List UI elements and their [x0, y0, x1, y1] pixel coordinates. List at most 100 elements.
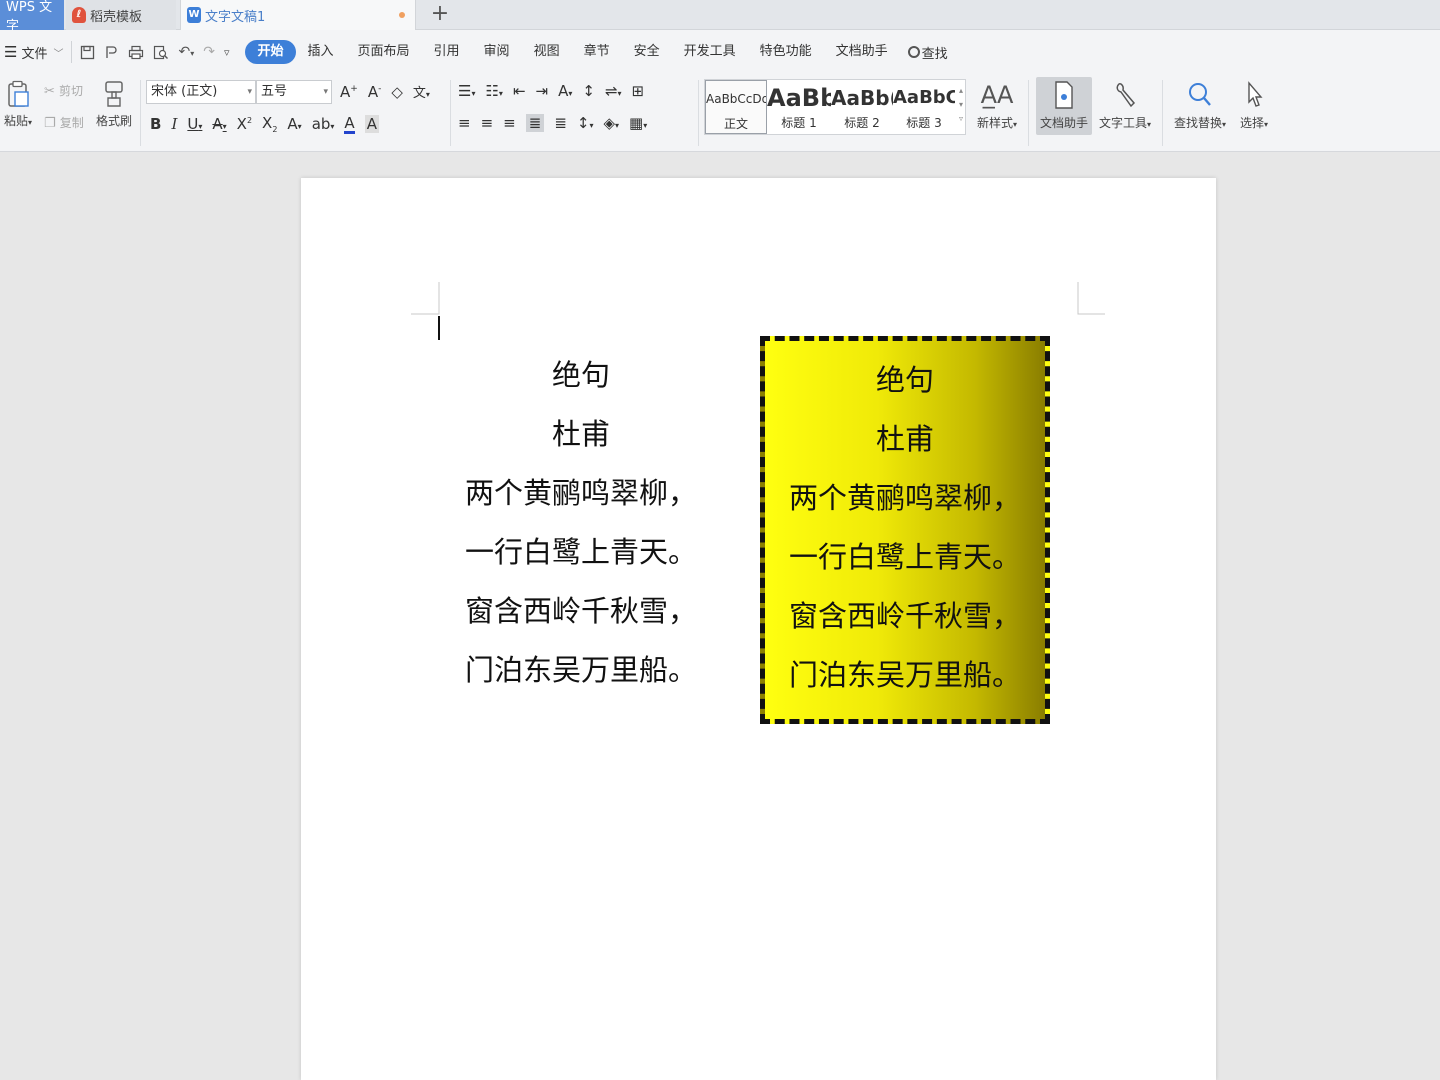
- poem-plain[interactable]: 绝句 杜甫 两个黄鹂鸣翠柳， 一行白鹭上青天。 窗含西岭千秋雪， 门泊东吴万里船…: [451, 346, 711, 700]
- italic-icon[interactable]: I: [171, 115, 177, 133]
- font-size-select[interactable]: 五号 ▾: [256, 80, 332, 104]
- poem-line: 窗含西岭千秋雪，: [788, 599, 1021, 633]
- justify-icon[interactable]: ≣: [525, 114, 545, 132]
- tab-developer[interactable]: 开发工具: [672, 40, 748, 64]
- shrink-font-icon[interactable]: A-: [368, 83, 382, 101]
- divider: [450, 80, 451, 146]
- text-box-gradient[interactable]: 绝句 杜甫 两个黄鹂鸣翠柳， 一行白鹭上青天。 窗含西岭千秋雪， 门泊东吴万里船…: [760, 336, 1050, 724]
- export-pdf-icon[interactable]: [104, 45, 119, 60]
- style-heading-2[interactable]: AaBb( 标题 2: [831, 80, 893, 134]
- tab-doc-assistant[interactable]: 文档助手: [824, 40, 900, 64]
- undo-icon[interactable]: ↶▾: [178, 44, 194, 60]
- text-tools-button[interactable]: 文字工具▾: [1096, 80, 1154, 131]
- style-heading-1[interactable]: AaBb 标题 1: [767, 80, 831, 134]
- numbered-list-icon[interactable]: ☷▾: [485, 82, 502, 100]
- table-grid-icon[interactable]: ⊞: [632, 82, 645, 100]
- copy-button[interactable]: ❐ 复制: [44, 114, 84, 131]
- margin-mark-top-right: [1077, 282, 1105, 315]
- underline-icon[interactable]: U▾: [187, 115, 202, 133]
- font-name-select[interactable]: 宋体 (正文) ▾: [146, 80, 256, 104]
- align-center-icon[interactable]: ≡: [481, 114, 494, 132]
- clear-format-icon[interactable]: ◇: [391, 83, 403, 101]
- new-tab-button[interactable]: +: [428, 0, 452, 30]
- search-label: 查找: [921, 46, 948, 62]
- paste-icon: [8, 80, 29, 107]
- style-heading-2-sample: AaBb(: [831, 86, 893, 110]
- tab-template[interactable]: ℓ 稻壳模板: [66, 0, 176, 30]
- decrease-indent-icon[interactable]: ⇤: [513, 82, 526, 100]
- divider: [1028, 80, 1029, 146]
- poem-line: 一行白鹭上青天。: [464, 535, 697, 569]
- line-spacing-icon[interactable]: ↕▾: [577, 114, 594, 132]
- print-icon[interactable]: [128, 45, 144, 60]
- tab-template-label: 稻壳模板: [90, 9, 143, 25]
- select-button[interactable]: 选择▾: [1236, 80, 1272, 131]
- char-shading-icon[interactable]: A: [364, 115, 379, 133]
- poem-line: 一行白鹭上青天。: [788, 540, 1021, 574]
- tab-insert[interactable]: 插入: [296, 40, 346, 64]
- tab-security[interactable]: 安全: [622, 40, 672, 64]
- tab-wps-label: WPS 文字: [6, 0, 53, 34]
- tab-home[interactable]: 开始: [245, 40, 296, 64]
- file-menu-label: 文件: [21, 46, 48, 62]
- strikethrough-icon[interactable]: A▾: [212, 115, 226, 133]
- superscript-icon[interactable]: X2: [237, 115, 252, 133]
- tab-review[interactable]: 审阅: [472, 40, 522, 64]
- highlight-icon[interactable]: ab▾: [312, 115, 335, 133]
- tab-references[interactable]: 引用: [422, 40, 472, 64]
- show-marks-icon[interactable]: ⇌▾: [605, 82, 622, 100]
- align-left-icon[interactable]: ≡: [458, 114, 471, 132]
- format-painter-button[interactable]: 格式刷: [94, 80, 134, 129]
- font-size-value: 五号: [261, 84, 288, 99]
- word-doc-icon: W: [187, 7, 201, 23]
- select-label: 选择: [1239, 116, 1264, 130]
- style-normal[interactable]: AaBbCcDd 正文: [705, 80, 767, 134]
- text-effect-icon[interactable]: A▾: [287, 115, 301, 133]
- cut-button[interactable]: ✂ 剪切: [44, 82, 83, 99]
- styles-scroll-arrows[interactable]: ▴ ▾ ▿: [959, 84, 963, 126]
- file-menu-button[interactable]: ☰ 文件 ﹀: [4, 43, 63, 62]
- tab-view[interactable]: 视图: [522, 40, 572, 64]
- doc-helper-button[interactable]: 文档助手: [1036, 80, 1092, 131]
- search-button[interactable]: 查找: [907, 43, 948, 62]
- poem-line: 门泊东吴万里船。: [788, 658, 1021, 692]
- unsaved-dot-icon: [399, 12, 405, 18]
- chevron-down-icon: ﹀: [53, 48, 64, 60]
- new-style-button[interactable]: A̲A 新样式▾: [972, 80, 1022, 131]
- style-normal-name: 正文: [723, 117, 748, 131]
- ribbon-toolbar: 粘贴▾ ✂ 剪切 ❐ 复制 格式刷 宋体 (正文) ▾ 五号 ▾ A+ A- ◇…: [0, 74, 1440, 152]
- divider: [1162, 80, 1163, 146]
- grow-font-icon[interactable]: A+: [340, 83, 358, 101]
- tab-document[interactable]: W 文字文稿1: [180, 0, 416, 30]
- magnifier-icon: [1189, 83, 1211, 106]
- poem-line: 窗含西岭千秋雪，: [464, 594, 697, 628]
- font-color-icon[interactable]: A: [344, 115, 355, 134]
- subscript-icon[interactable]: X2: [262, 114, 277, 134]
- borders-icon[interactable]: ▦▾: [629, 114, 647, 132]
- pinyin-guide-icon[interactable]: 文▾: [413, 82, 430, 101]
- bold-icon[interactable]: B: [150, 115, 161, 133]
- find-replace-button[interactable]: 查找替换▾: [1170, 80, 1230, 131]
- distribute-icon[interactable]: ≣: [554, 114, 567, 132]
- text-direction-icon[interactable]: A▾: [558, 82, 572, 100]
- wrench-icon: [1116, 83, 1136, 108]
- bullet-list-icon[interactable]: ☰▾: [458, 82, 475, 100]
- shading-icon[interactable]: ◈▾: [603, 114, 619, 132]
- align-tools: ≡ ≡ ≡ ≣ ≣ ↕▾ ◈▾ ▦▾: [458, 114, 657, 132]
- tab-bar: WPS 文字 ℓ 稻壳模板 W 文字文稿1 +: [0, 0, 1440, 34]
- style-heading-3[interactable]: AaBbC( 标题 3: [893, 80, 955, 134]
- redo-icon[interactable]: ↷: [203, 44, 215, 60]
- scissors-icon: ✂: [44, 84, 55, 99]
- tab-wps-writer[interactable]: WPS 文字: [0, 0, 64, 34]
- save-icon[interactable]: [80, 45, 95, 60]
- sort-icon[interactable]: ↕: [582, 82, 595, 100]
- document-page[interactable]: 绝句 杜甫 两个黄鹂鸣翠柳， 一行白鹭上青天。 窗含西岭千秋雪， 门泊东吴万里船…: [301, 178, 1216, 1080]
- tab-page-layout[interactable]: 页面布局: [346, 40, 422, 64]
- increase-indent-icon[interactable]: ⇥: [536, 82, 549, 100]
- customize-toolbar-icon[interactable]: ▿: [224, 46, 230, 59]
- align-right-icon[interactable]: ≡: [503, 114, 516, 132]
- paste-button[interactable]: 粘贴▾: [0, 80, 36, 129]
- print-preview-icon[interactable]: [153, 45, 169, 60]
- tab-section[interactable]: 章节: [572, 40, 622, 64]
- tab-special-features[interactable]: 特色功能: [748, 40, 824, 64]
